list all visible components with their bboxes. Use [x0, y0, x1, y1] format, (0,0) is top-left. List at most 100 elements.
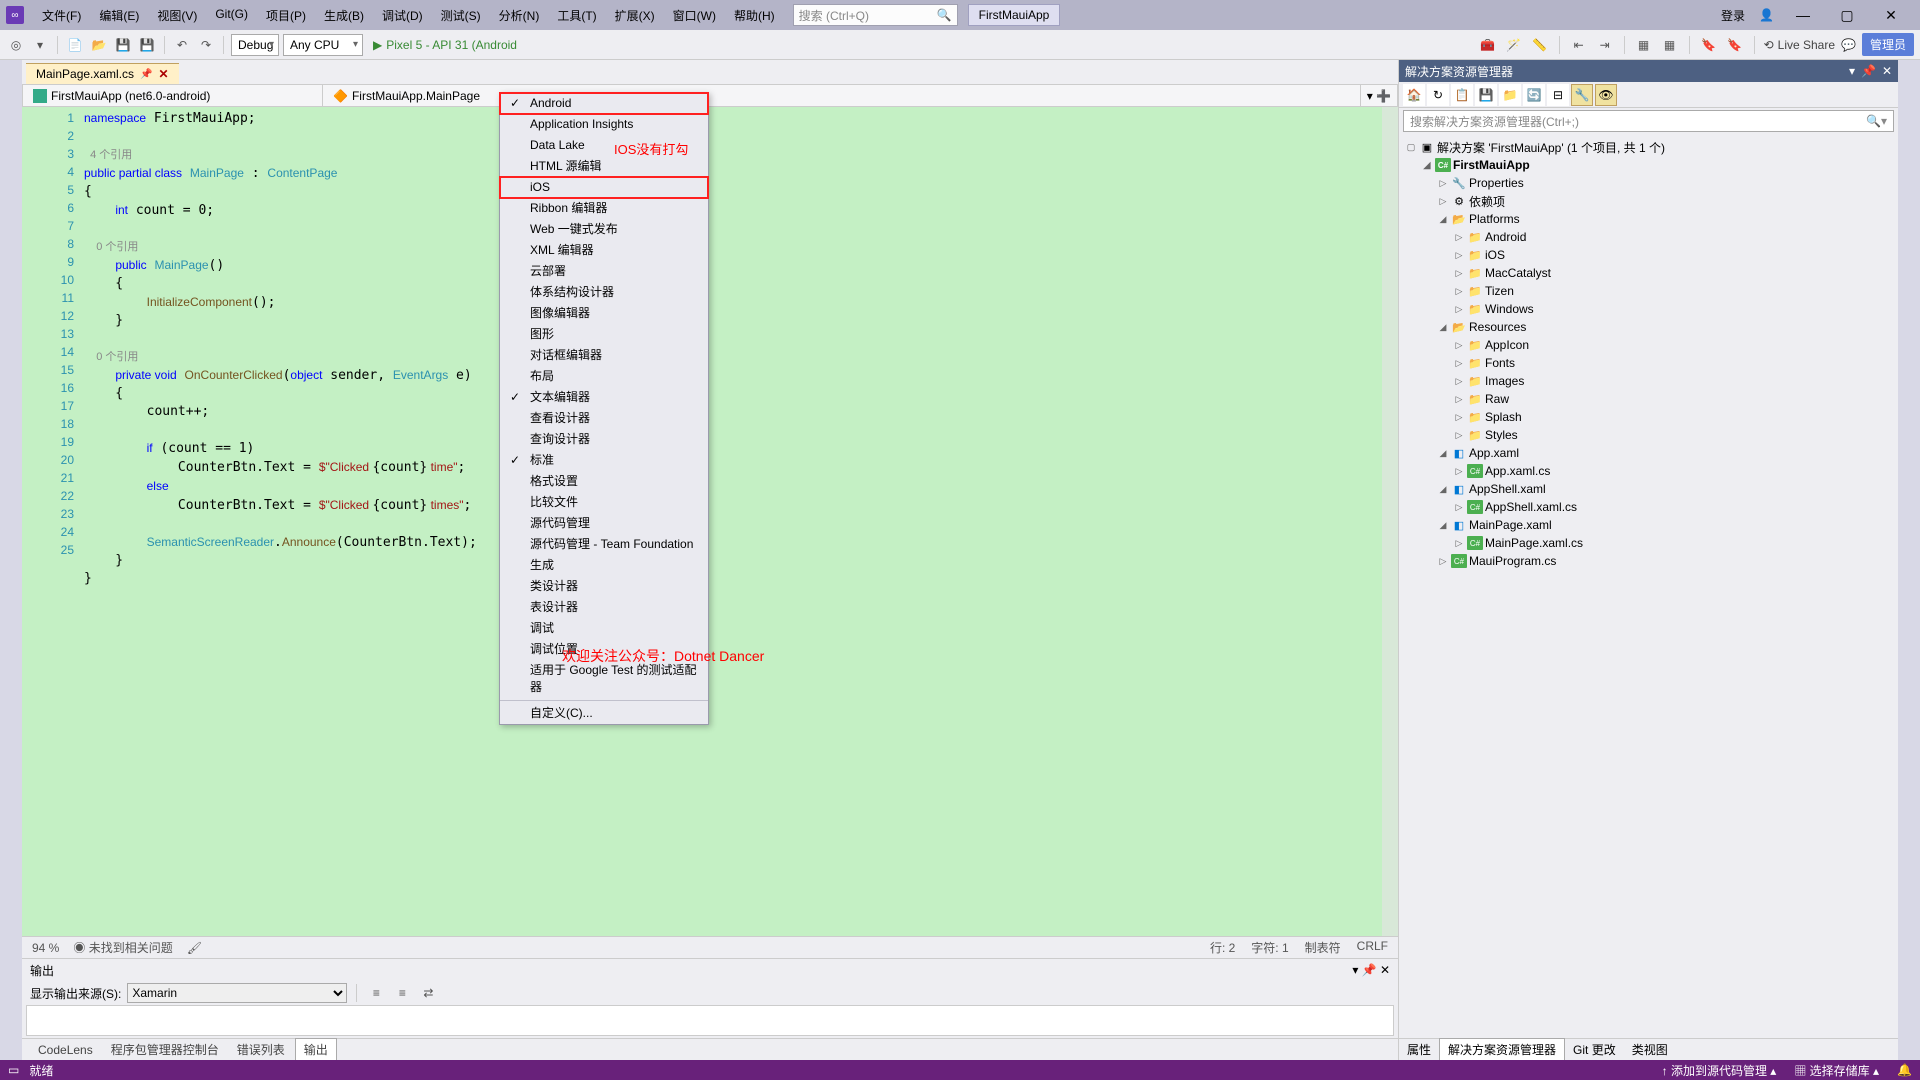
- save-button[interactable]: 💾: [113, 35, 133, 55]
- add-to-source-control[interactable]: ↑ 添加到源代码管理 ▴: [1662, 1062, 1777, 1079]
- solexp-view-icon[interactable]: 📋: [1451, 84, 1473, 106]
- tab-mainpage-xaml-cs[interactable]: MainPage.xaml.cs 📌 ✕: [26, 63, 179, 84]
- output-wrap-icon[interactable]: ≡: [392, 983, 412, 1003]
- tree-images[interactable]: ▷📁Images: [1401, 372, 1896, 390]
- dd-item-custom[interactable]: 自定义(C)...: [500, 703, 708, 724]
- dd-item-标准[interactable]: 标准: [500, 450, 708, 471]
- solexp-save-icon[interactable]: 💾: [1475, 84, 1497, 106]
- tree-appicon[interactable]: ▷📁AppIcon: [1401, 336, 1896, 354]
- notifications-icon[interactable]: 🔔: [1897, 1063, 1912, 1077]
- breadcrumb-type[interactable]: 🔶 FirstMauiApp.MainPage: [323, 85, 1361, 106]
- tree-resources[interactable]: ◢📂Resources: [1401, 318, 1896, 336]
- dd-item-Android[interactable]: Android: [500, 93, 708, 114]
- menu-视图(V)[interactable]: 视图(V): [149, 3, 205, 28]
- tree-mainpagecs[interactable]: ▷C#MainPage.xaml.cs: [1401, 534, 1896, 552]
- proptab-Git 更改[interactable]: Git 更改: [1565, 1039, 1624, 1060]
- global-search[interactable]: 搜索 (Ctrl+Q) 🔍: [793, 4, 958, 26]
- toolbar-options-menu[interactable]: AndroidApplication InsightsData LakeHTML…: [499, 92, 709, 725]
- bookmark-icon[interactable]: 🔖: [1699, 35, 1719, 55]
- tree-android[interactable]: ▷📁Android: [1401, 228, 1896, 246]
- proptab-类视图[interactable]: 类视图: [1624, 1039, 1676, 1060]
- solexp-close-icon[interactable]: ✕: [1882, 64, 1892, 78]
- tree-solution[interactable]: ▢▣解决方案 'FirstMauiApp' (1 个项目, 共 1 个): [1401, 138, 1896, 156]
- bottom-tab-程序包管理器控制台[interactable]: 程序包管理器控制台: [103, 1039, 227, 1060]
- breadcrumb-project[interactable]: FirstMauiApp (net6.0-android): [23, 85, 323, 106]
- dd-item-查看设计器[interactable]: 查看设计器: [500, 408, 708, 429]
- menu-文件(F)[interactable]: 文件(F): [34, 3, 89, 28]
- dd-item-图像编辑器[interactable]: 图像编辑器: [500, 303, 708, 324]
- proptab-解决方案资源管理器[interactable]: 解决方案资源管理器: [1439, 1038, 1565, 1061]
- dd-item-生成[interactable]: 生成: [500, 555, 708, 576]
- menu-调试(D)[interactable]: 调试(D): [374, 3, 431, 28]
- dd-item-类设计器[interactable]: 类设计器: [500, 576, 708, 597]
- dd-item-云部署[interactable]: 云部署: [500, 261, 708, 282]
- toolbox-icon[interactable]: 🧰: [1478, 35, 1498, 55]
- dd-item-查询设计器[interactable]: 查询设计器: [500, 429, 708, 450]
- bottom-tab-输出[interactable]: 输出: [295, 1038, 337, 1061]
- dd-item-对话框编辑器[interactable]: 对话框编辑器: [500, 345, 708, 366]
- menu-生成(B)[interactable]: 生成(B): [316, 3, 372, 28]
- menu-Git(G)[interactable]: Git(G): [207, 3, 256, 28]
- proptab-属性[interactable]: 属性: [1399, 1039, 1439, 1060]
- output-source-select[interactable]: Xamarin: [127, 983, 347, 1003]
- bottom-tab-CodeLens[interactable]: CodeLens: [30, 1041, 101, 1059]
- new-project-button[interactable]: 📄: [65, 35, 85, 55]
- bottom-tab-错误列表[interactable]: 错误列表: [229, 1039, 293, 1060]
- login-link[interactable]: 登录: [1721, 7, 1745, 24]
- tree-mac[interactable]: ▷📁MacCatalyst: [1401, 264, 1896, 282]
- menu-编辑(E)[interactable]: 编辑(E): [91, 3, 147, 28]
- tree-ios[interactable]: ▷📁iOS: [1401, 246, 1896, 264]
- solexp-preview-icon[interactable]: 👁: [1595, 84, 1617, 106]
- select-repo[interactable]: ▦ 选择存储库 ▴: [1794, 1062, 1879, 1079]
- open-button[interactable]: 📂: [89, 35, 109, 55]
- solexp-prop-icon[interactable]: 🔧: [1571, 84, 1593, 106]
- menu-帮助(H)[interactable]: 帮助(H): [726, 3, 783, 28]
- tree-deps[interactable]: ▷⚙依赖项: [1401, 192, 1896, 210]
- dd-item-HTML 源编辑[interactable]: HTML 源编辑: [500, 156, 708, 177]
- tree-appshellcs[interactable]: ▷C#AppShell.xaml.cs: [1401, 498, 1896, 516]
- ruler-icon[interactable]: 📏: [1530, 35, 1550, 55]
- live-share-button[interactable]: ⟲ Live Share: [1764, 38, 1835, 52]
- menu-窗口(W)[interactable]: 窗口(W): [665, 3, 724, 28]
- tree-project[interactable]: ◢C#FirstMauiApp: [1401, 156, 1896, 174]
- vertical-scrollbar[interactable]: [1382, 107, 1398, 936]
- output-pin-icon[interactable]: ▾ 📌 ✕: [1352, 963, 1390, 977]
- comment-icon[interactable]: ▦: [1634, 35, 1654, 55]
- dd-item-格式设置[interactable]: 格式设置: [500, 471, 708, 492]
- tree-mauiprog[interactable]: ▷C#MauiProgram.cs: [1401, 552, 1896, 570]
- dd-item-文本编辑器[interactable]: 文本编辑器: [500, 387, 708, 408]
- tree-mainpage[interactable]: ◢◧MainPage.xaml: [1401, 516, 1896, 534]
- tree-raw[interactable]: ▷📁Raw: [1401, 390, 1896, 408]
- solexp-search[interactable]: 搜索解决方案资源管理器(Ctrl+;) 🔍▾: [1403, 110, 1894, 132]
- bookmark2-icon[interactable]: 🔖: [1725, 35, 1745, 55]
- dd-item-Web 一键式发布[interactable]: Web 一键式发布: [500, 219, 708, 240]
- menu-分析(N)[interactable]: 分析(N): [491, 3, 548, 28]
- dd-item-比较文件[interactable]: 比较文件: [500, 492, 708, 513]
- redo-button[interactable]: ↷: [196, 35, 216, 55]
- breadcrumb-add[interactable]: ▾ ➕: [1361, 89, 1397, 103]
- close-tab-icon[interactable]: ✕: [159, 67, 169, 81]
- output-body[interactable]: [26, 1005, 1394, 1036]
- tree-appxaml[interactable]: ◢◧App.xaml: [1401, 444, 1896, 462]
- tree-fonts[interactable]: ▷📁Fonts: [1401, 354, 1896, 372]
- dd-item-表设计器[interactable]: 表设计器: [500, 597, 708, 618]
- issues-indicator[interactable]: ◉ 未找到相关问题: [73, 939, 172, 956]
- feedback-icon[interactable]: 💬: [1841, 38, 1856, 52]
- dd-item-图形[interactable]: 图形: [500, 324, 708, 345]
- outdent-icon[interactable]: ⇤: [1569, 35, 1589, 55]
- tree-appshell[interactable]: ◢◧AppShell.xaml: [1401, 480, 1896, 498]
- dd-item-iOS[interactable]: iOS: [500, 177, 708, 198]
- tree-styles[interactable]: ▷📁Styles: [1401, 426, 1896, 444]
- solexp-showall-icon[interactable]: 📁: [1499, 84, 1521, 106]
- tree-appxamlcs[interactable]: ▷C#App.xaml.cs: [1401, 462, 1896, 480]
- dd-item-调试[interactable]: 调试: [500, 618, 708, 639]
- config-combo[interactable]: Debug: [231, 34, 279, 56]
- tree-splash[interactable]: ▷📁Splash: [1401, 408, 1896, 426]
- right-tool-rail[interactable]: [1898, 60, 1920, 1060]
- code-editor[interactable]: 1234567891011121314151617181920212223242…: [22, 107, 1398, 936]
- dd-item-布局[interactable]: 布局: [500, 366, 708, 387]
- tree-properties[interactable]: ▷🔧Properties: [1401, 174, 1896, 192]
- solexp-sync-icon[interactable]: ↻: [1427, 84, 1449, 106]
- indent-icon[interactable]: ⇥: [1595, 35, 1615, 55]
- zoom-level[interactable]: 94 %: [32, 941, 59, 955]
